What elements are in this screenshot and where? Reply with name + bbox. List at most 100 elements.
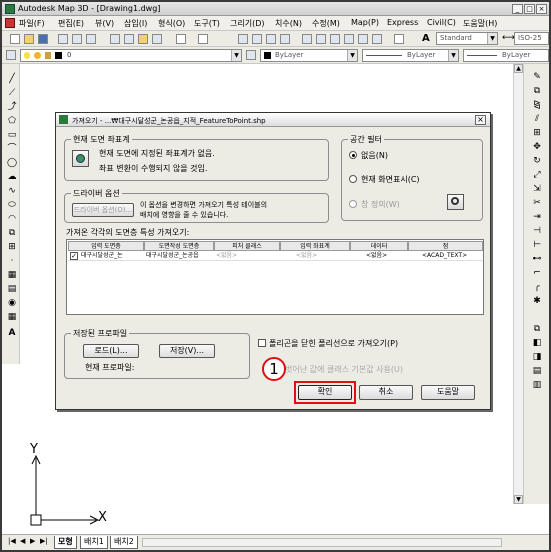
vertical-scrollbar[interactable]: ▲ ▼ xyxy=(513,64,523,504)
minimize-button[interactable]: _ xyxy=(512,4,523,14)
extend-icon[interactable]: ⇥ xyxy=(531,212,543,222)
cell-feature-class[interactable]: <없음> xyxy=(214,251,280,261)
tab-first-icon[interactable]: |◀ xyxy=(8,537,16,545)
copy-icon[interactable] xyxy=(124,34,134,44)
import-polygons-checkbox[interactable] xyxy=(258,339,266,347)
menu-file[interactable]: 파일(F) xyxy=(19,18,45,29)
color-combo[interactable]: ByLayer ▼ xyxy=(260,49,358,62)
polygon-icon[interactable]: ⬠ xyxy=(6,116,18,126)
column-header-data[interactable]: 데이터 xyxy=(350,241,408,251)
make-current-icon[interactable] xyxy=(246,50,256,60)
point-icon[interactable]: · xyxy=(6,256,18,266)
scroll-down-icon[interactable]: ▼ xyxy=(514,495,523,504)
draw-order-icon[interactable]: ⧉ xyxy=(531,324,543,334)
cut-icon[interactable] xyxy=(110,34,120,44)
menu-edit[interactable]: 편집(E) xyxy=(58,18,84,29)
pick-window-button[interactable] xyxy=(447,194,464,210)
mtext-icon[interactable]: A xyxy=(6,328,18,338)
revision-cloud-icon[interactable]: ☁ xyxy=(6,172,18,182)
preview-icon[interactable] xyxy=(72,34,82,44)
save-icon[interactable] xyxy=(38,34,48,44)
save-profile-button[interactable]: 저장(V)... xyxy=(159,344,215,358)
match-properties-icon[interactable] xyxy=(152,34,162,44)
pan-icon[interactable] xyxy=(238,34,248,44)
paste-icon[interactable] xyxy=(138,34,148,44)
tab-last-icon[interactable]: ▶| xyxy=(40,537,48,545)
layer-combo[interactable]: 0 ▼ xyxy=(20,49,242,62)
print-icon[interactable] xyxy=(58,34,68,44)
break-at-point-icon[interactable]: ⊣ xyxy=(531,226,543,236)
cell-drawing-layer[interactable]: 대구시달성군_논공읍 xyxy=(144,251,214,261)
cell-point[interactable]: <ACAD_TEXT> xyxy=(420,251,482,261)
layer-previous-icon[interactable]: ▤ xyxy=(531,366,543,376)
tab-layout1[interactable]: 배치1 xyxy=(80,536,108,549)
undo-icon[interactable] xyxy=(176,34,186,44)
polyline-icon[interactable]: ⤴ xyxy=(6,102,18,112)
row-include-checkbox[interactable]: ✓ xyxy=(70,252,78,260)
rotate-icon[interactable]: ↻ xyxy=(531,156,543,166)
help-button[interactable]: 도움말 xyxy=(421,385,475,400)
table-row[interactable]: ✓ 대구시달성군_논 대구시달성군_논공읍 <없음> <없음> <없음> <AC… xyxy=(68,251,483,261)
trim-icon[interactable]: ✂ xyxy=(531,198,543,208)
ok-button[interactable]: 확인 xyxy=(298,385,352,400)
spline-icon[interactable]: ∿ xyxy=(6,186,18,196)
dim-style-combo[interactable]: ISO-25 xyxy=(514,32,549,45)
rectangle-icon[interactable]: ▭ xyxy=(6,130,18,140)
tab-model[interactable]: 모형 xyxy=(54,536,77,549)
mirror-icon[interactable]: ⧎ xyxy=(531,100,543,110)
offset-icon[interactable]: ⫽ xyxy=(531,114,543,124)
column-header-input-crs[interactable]: 입력 좌표계 xyxy=(280,241,350,251)
construction-line-icon[interactable]: ⟋ xyxy=(6,88,18,98)
ellipse-arc-icon[interactable]: ◠ xyxy=(6,214,18,224)
linetype-combo[interactable]: ByLayer ▼ xyxy=(362,49,459,62)
markup-icon[interactable] xyxy=(358,34,368,44)
menu-modify[interactable]: 수정(M) xyxy=(312,18,340,29)
join-icon[interactable]: ⊷ xyxy=(531,254,543,264)
filter-none-radio[interactable] xyxy=(349,151,357,159)
menu-map[interactable]: Map(P) xyxy=(351,18,379,27)
column-header-input-layer[interactable]: 입력 도면층 xyxy=(68,241,144,251)
zoom-realtime-icon[interactable] xyxy=(252,34,262,44)
layer-manager-icon[interactable] xyxy=(6,50,16,60)
design-center-icon[interactable] xyxy=(316,34,326,44)
horizontal-scrollbar[interactable] xyxy=(142,538,502,547)
stretch-icon[interactable]: ⇲ xyxy=(531,184,543,194)
filter-define-window-radio[interactable] xyxy=(349,200,357,208)
load-profile-button[interactable]: 로드(L)... xyxy=(83,344,139,358)
move-icon[interactable]: ✥ xyxy=(531,142,543,152)
driver-options-button[interactable]: 드라이버 옵션(O)... xyxy=(72,203,134,217)
open-icon[interactable] xyxy=(24,34,34,44)
layer-import-grid[interactable]: 입력 도면층 도면작성 도면층 피처 클래스 입력 좌표계 데이터 점 ✓ 대구… xyxy=(66,239,484,315)
publish-icon[interactable] xyxy=(86,34,96,44)
properties-icon[interactable] xyxy=(302,34,312,44)
array-icon[interactable]: ⊞ xyxy=(531,128,543,138)
menu-civil[interactable]: Civil(C) xyxy=(427,18,456,27)
close-button[interactable]: × xyxy=(536,4,547,14)
table-icon[interactable]: ▦ xyxy=(6,312,18,322)
column-header-drawing-layer[interactable]: 도면작성 도면층 xyxy=(144,241,214,251)
menu-help[interactable]: 도움말(H) xyxy=(463,18,497,29)
cell-input-crs[interactable]: <없음> xyxy=(294,251,350,261)
menu-dimension[interactable]: 치수(N) xyxy=(275,18,302,29)
cell-data[interactable]: <없음> xyxy=(364,251,408,261)
region-icon[interactable]: ◉ xyxy=(6,298,18,308)
line-icon[interactable]: ╱ xyxy=(6,74,18,84)
tab-next-icon[interactable]: ▶ xyxy=(30,537,35,545)
zoom-previous-icon[interactable] xyxy=(280,34,290,44)
bring-front-icon[interactable]: ◧ xyxy=(531,338,543,348)
layer-walk-icon[interactable]: ▥ xyxy=(531,380,543,390)
menu-tools[interactable]: 도구(T) xyxy=(194,18,220,29)
copy-object-icon[interactable]: ⧉ xyxy=(531,86,543,96)
menu-draw[interactable]: 그리기(D) xyxy=(230,18,264,29)
new-icon[interactable] xyxy=(10,34,20,44)
menu-express[interactable]: Express xyxy=(387,18,418,27)
redo-icon[interactable] xyxy=(198,34,208,44)
menu-insert[interactable]: 삽입(I) xyxy=(124,18,147,29)
menu-view[interactable]: 뷰(V) xyxy=(95,18,114,29)
zoom-window-icon[interactable] xyxy=(266,34,276,44)
hatch-icon[interactable]: ▦ xyxy=(6,270,18,280)
explode-icon[interactable]: ✱ xyxy=(531,296,543,306)
cancel-button[interactable]: 취소 xyxy=(359,385,413,400)
text-style-combo[interactable]: Standard ▼ xyxy=(436,32,498,45)
filter-current-display-radio[interactable] xyxy=(349,175,357,183)
